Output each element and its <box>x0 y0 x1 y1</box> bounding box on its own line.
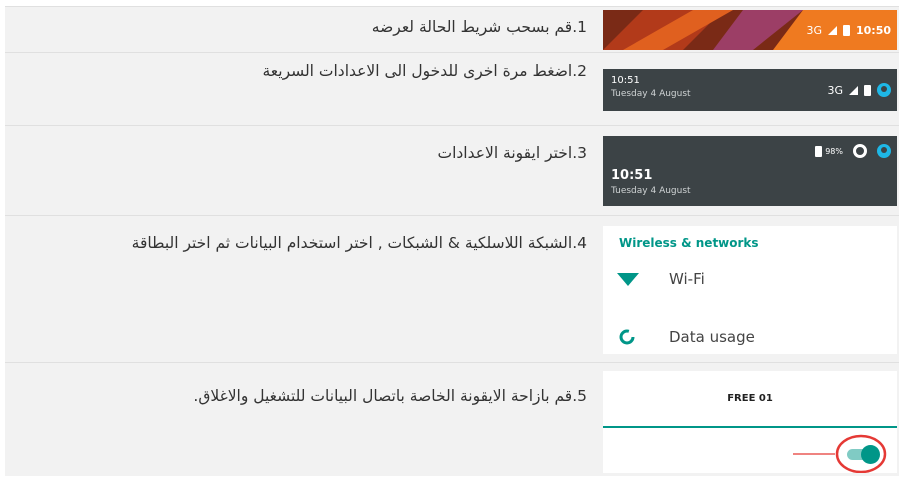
signal-icon <box>849 85 858 95</box>
step-3-text: 3.اختر ايقونة الاعدادات <box>437 144 587 162</box>
step-3-screenshot: 98% 10:51 Tuesday 4 August <box>603 136 897 206</box>
data-usage-label: Data usage <box>669 328 755 346</box>
step-5-screenshot: FREE 01 <box>603 371 897 473</box>
sim-tab-free01[interactable]: FREE 01 <box>603 371 897 428</box>
qs-time: 10:51 <box>611 168 653 183</box>
settings-gear-icon[interactable] <box>853 144 867 158</box>
toggle-knob <box>861 445 880 464</box>
battery-icon <box>864 84 871 96</box>
status-bar[interactable]: 3G 10:50 <box>806 10 891 50</box>
wifi-icon <box>617 273 639 286</box>
qs-date: Tuesday 4 August <box>611 186 691 196</box>
qs-time: 10:51 <box>611 75 640 86</box>
step-row-3: 3.اختر ايقونة الاعدادات 98% 10:51 Tuesda… <box>5 125 899 215</box>
battery-icon <box>815 145 823 157</box>
account-icon[interactable] <box>877 83 891 97</box>
battery-indicator: 98% <box>815 145 843 157</box>
step-1-text: 1.قم بسحب شريط الحالة لعرضه <box>371 18 587 36</box>
mobile-data-toggle[interactable] <box>847 445 880 464</box>
wifi-label: Wi-Fi <box>669 270 705 288</box>
clock: 10:50 <box>855 23 891 37</box>
network-type: 3G <box>806 23 822 37</box>
step-row-2: 2.اضغط مرة اخرى للدخول الى الاعدادات الس… <box>5 52 899 125</box>
step-5-text: 5.قم بازاحة الايقونة الخاصة باتصال البيا… <box>193 387 587 405</box>
step-1-screenshot: 3G 10:50 <box>603 10 897 50</box>
data-usage-icon <box>619 329 635 345</box>
qs-date: Tuesday 4 August <box>611 89 691 99</box>
data-usage-setting-item[interactable]: Data usage <box>603 318 897 354</box>
sim-tab-label: FREE 01 <box>727 393 773 404</box>
network-type: 3G <box>827 83 843 97</box>
step-4-screenshot: Wireless & networks Wi-Fi Data usage <box>603 226 897 354</box>
step-row-4: 4.الشبكة اللاسلكية & الشبكات , اختر استخ… <box>5 215 899 362</box>
section-header: Wireless & networks <box>619 236 759 250</box>
account-icon[interactable] <box>877 144 891 158</box>
step-2-text: 2.اضغط مرة اخرى للدخول الى الاعدادات الس… <box>262 62 587 80</box>
wifi-setting-item[interactable]: Wi-Fi <box>603 260 897 296</box>
qs-header-icons: 98% <box>815 144 891 158</box>
battery-icon <box>842 24 850 36</box>
step-row-1: 1.قم بسحب شريط الحالة لعرضه 3G 10:50 <box>5 6 899 52</box>
step-2-screenshot: 10:51 Tuesday 4 August 3G <box>603 69 897 111</box>
step-4-text: 4.الشبكة اللاسلكية & الشبكات , اختر استخ… <box>131 234 587 252</box>
signal-icon <box>827 25 837 35</box>
status-icons: 3G <box>827 69 891 111</box>
step-row-5: 5.قم بازاحة الايقونة الخاصة باتصال البيا… <box>5 362 899 476</box>
